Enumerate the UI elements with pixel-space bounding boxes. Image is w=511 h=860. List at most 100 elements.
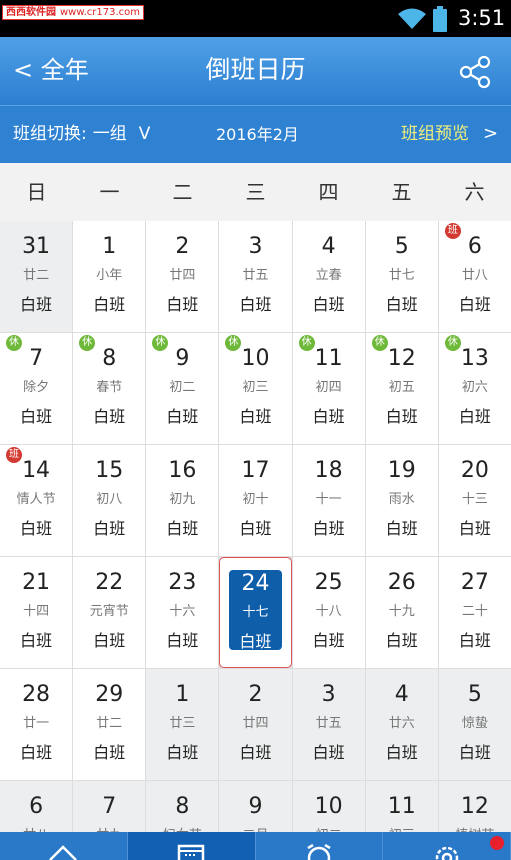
calendar-day-today[interactable]: 24 十七 白班: [219, 557, 292, 668]
shift-label: 白班: [93, 295, 126, 314]
day-number: 20: [460, 458, 489, 483]
calendar-day[interactable]: 休 13 初六 白班: [438, 333, 511, 444]
calendar-day[interactable]: 1 廿三 白班: [146, 669, 219, 780]
calendar-day[interactable]: 23 十六 白班: [146, 557, 219, 668]
shift-label: 白班: [239, 519, 272, 538]
calendar-day[interactable]: 2 廿四 白班: [219, 669, 292, 780]
lunar-date: 廿四: [242, 716, 269, 731]
calendar-day[interactable]: 5 惊蛰白班: [438, 669, 511, 780]
status-bar: 西西软件园 www.cr173.com 3:51: [0, 0, 511, 37]
calendar-day[interactable]: 15 初八 白班: [73, 445, 146, 556]
calendar-day[interactable]: 26 十九 白班: [365, 557, 438, 668]
lunar-date: 廿六: [388, 716, 415, 731]
lunar-date: 初三: [242, 380, 269, 395]
calendar-day[interactable]: 2 廿四 白班: [146, 221, 219, 332]
shift-label: 白班: [20, 407, 53, 426]
day-number: 2: [248, 682, 263, 707]
calendar-day[interactable]: 休 11 初四 白班: [292, 333, 365, 444]
weekday-mon: 一: [99, 180, 120, 204]
calendar-day[interactable]: 休 8 春节 白班: [73, 333, 146, 444]
calendar-day[interactable]: 29 廿二 白班: [73, 669, 146, 780]
day-number: 21: [22, 570, 51, 595]
shift-preview-button[interactable]: 班组预览 >: [401, 123, 498, 145]
tab-alarm[interactable]: [255, 832, 384, 860]
calendar-day[interactable]: 21 十四 白班: [0, 557, 73, 668]
shift-preview-label: 班组预览: [401, 124, 469, 144]
calendar-day[interactable]: 休 10 初三 白班: [219, 333, 292, 444]
day-number: 26: [387, 570, 416, 595]
calendar-day[interactable]: 22 元宵节 白班: [73, 557, 146, 668]
watermark-name: 西西软件园: [6, 7, 56, 18]
lunar-date: 廿三: [169, 716, 196, 731]
calendar-day[interactable]: 25 十八 白班: [292, 557, 365, 668]
day-number: 19: [387, 458, 416, 483]
day-number: 6: [467, 234, 482, 259]
calendar-day[interactable]: 3 廿五 白班: [219, 221, 292, 332]
lunar-date: 初五: [388, 380, 415, 395]
calendar-day[interactable]: 1 小年 白班: [73, 221, 146, 332]
shift-label: 白班: [93, 519, 126, 538]
lunar-date: 廿四: [169, 268, 196, 283]
wifi-icon: [397, 8, 427, 34]
shift-label: 白班: [239, 407, 272, 426]
calendar-day[interactable]: 5 廿七 白班: [365, 221, 438, 332]
tab-home[interactable]: [0, 832, 128, 860]
lunar-date: 廿二: [96, 716, 123, 731]
tab-calendar[interactable]: [127, 832, 256, 860]
lunar-date: 惊蛰: [461, 716, 488, 731]
calendar-day[interactable]: 31 廿二 白班: [0, 221, 73, 332]
calendar-day[interactable]: 3 廿五 白班: [292, 669, 365, 780]
day-number: 4: [394, 682, 409, 707]
day-number: 3: [248, 234, 263, 259]
calendar-day[interactable]: 休 7 除夕 白班: [0, 333, 73, 444]
calendar-day[interactable]: 20 十三 白班: [438, 445, 511, 556]
calendar-day[interactable]: 19 雨水白班: [365, 445, 438, 556]
day-number: 13: [460, 346, 489, 371]
day-number: 11: [387, 794, 416, 819]
calendar-day[interactable]: 班 14 情人节 白班: [0, 445, 73, 556]
calendar-day[interactable]: 18 十一 白班: [292, 445, 365, 556]
day-number: 29: [95, 682, 124, 707]
calendar-day[interactable]: 休 9 初二 白班: [146, 333, 219, 444]
day-number: 7: [102, 794, 117, 819]
calendar-day[interactable]: 4 廿六 白班: [365, 669, 438, 780]
lunar-date: 元宵节: [89, 604, 129, 619]
share-icon[interactable]: [456, 53, 494, 91]
calendar-day[interactable]: 4 立春 白班: [292, 221, 365, 332]
day-number: 8: [102, 346, 117, 371]
battery-icon: [433, 6, 447, 36]
shift-label: 白班: [166, 631, 199, 650]
shift-label: 白班: [20, 743, 53, 762]
lunar-date: 廿七: [388, 268, 415, 283]
lunar-date: 十七: [242, 605, 269, 620]
day-number: 10: [241, 346, 270, 371]
shift-switcher[interactable]: 班组切换: 一组 V: [13, 123, 150, 145]
lunar-date: 十六: [169, 604, 196, 619]
day-number: 6: [29, 794, 44, 819]
lunar-date: 十八: [315, 604, 342, 619]
tab-settings[interactable]: [383, 832, 511, 860]
calendar-day[interactable]: 班 6 廿八 白班: [438, 221, 511, 332]
day-number: 4: [321, 234, 336, 259]
calendar-day[interactable]: 17 初十 白班: [219, 445, 292, 556]
back-button[interactable]: < 全年: [13, 55, 89, 85]
lunar-date: 廿八: [461, 268, 488, 283]
lunar-date: 雨水: [388, 492, 415, 507]
day-number: 5: [394, 234, 409, 259]
day-number: 5: [467, 682, 482, 707]
calendar-day[interactable]: 休 12 初五 白班: [365, 333, 438, 444]
shift-label: 白班: [458, 743, 491, 762]
calendar-day[interactable]: 27 二十 白班: [438, 557, 511, 668]
lunar-date: 十九: [388, 604, 415, 619]
calendar-day[interactable]: 16 初九 白班: [146, 445, 219, 556]
shift-label: 白班: [458, 295, 491, 314]
current-month: 2016年2月: [216, 125, 299, 144]
shift-label: 白班: [20, 295, 53, 314]
day-number: 28: [22, 682, 51, 707]
day-number: 3: [321, 682, 336, 707]
lunar-date: 廿五: [242, 268, 269, 283]
lunar-date: 情人节: [16, 492, 56, 507]
calendar-day[interactable]: 28 廿一 白班: [0, 669, 73, 780]
shift-label: 白班: [385, 519, 418, 538]
day-number: 18: [314, 458, 343, 483]
